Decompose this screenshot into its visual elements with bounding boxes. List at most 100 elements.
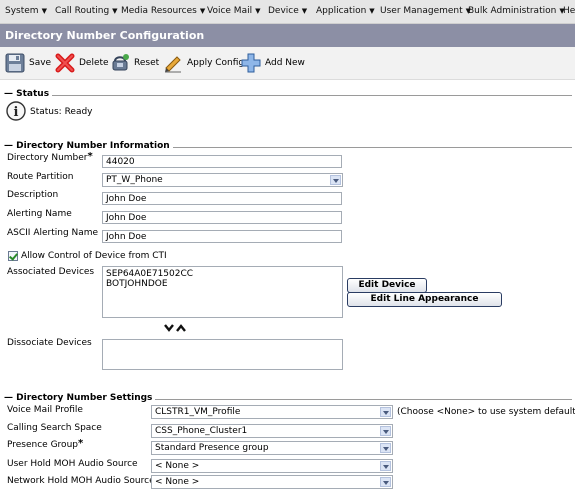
dn-info-heading-dash: — [4,141,17,151]
dissociate-devices-label: Dissociate Devices [7,338,92,348]
calling-search-space-label: Calling Search Space [7,423,102,433]
chevron-down-icon: ▼ [199,7,206,15]
add-plus-icon [241,53,261,73]
required-asterisk: * [78,438,84,449]
dissociate-devices-listbox[interactable] [102,339,343,370]
reset-button[interactable]: Reset [110,47,159,79]
dropdown-arrow-icon[interactable] [330,175,341,185]
reset-phone-icon [112,54,129,71]
toolbar: Save Delete Reset Apply Config Add New [0,47,575,80]
directory-number-field[interactable]: 44020 [102,155,342,168]
menu-label: Media Resources [121,6,197,16]
associated-devices-listbox[interactable]: SEP64A0E71502CC BOTJOHNDOE [102,266,343,318]
network-hold-moh-label: Network Hold MOH Audio Source [7,476,155,486]
dropdown-arrow-icon[interactable] [380,477,391,487]
dn-info-heading-text: Directory Number Information [16,141,170,151]
ascii-alerting-name-label: ASCII Alerting Name [7,228,99,238]
network-hold-moh-select[interactable]: < None > [151,475,393,489]
status-heading-text: Status [16,89,50,99]
status-heading: — Status [4,89,53,99]
route-partition-label: Route Partition [7,172,74,182]
chevron-down-icon: ▼ [41,7,47,15]
user-hold-moh-label: User Hold MOH Audio Source [7,459,138,469]
voice-mail-profile-value: CLSTR1_VM_Profile [155,407,241,417]
delete-x-icon [55,53,75,73]
chevron-down-icon: ▼ [301,7,308,15]
network-hold-moh-value: < None > [155,477,200,487]
delete-button[interactable]: Delete [55,47,109,79]
reset-label: Reset [134,58,160,68]
save-label: Save [29,58,52,68]
ascii-alerting-name-field[interactable]: John Doe [102,230,342,243]
allow-cti-checkbox[interactable] [8,251,18,261]
menu-label: Call Routing [55,6,110,16]
route-partition-select[interactable]: PT_W_Phone [102,173,343,187]
chevron-down-icon: ▼ [369,7,375,15]
status-text: Status: Ready [30,107,93,117]
edit-device-button[interactable]: Edit Device [347,278,427,293]
menu-application[interactable]: Application ▼ [316,6,375,16]
menu-label: System [5,6,39,16]
voice-mail-profile-label: Voice Mail Profile [7,405,83,415]
dn-settings-heading: — Directory Number Settings [4,393,156,403]
dropdown-arrow-icon[interactable] [380,407,391,417]
menu-call-routing[interactable]: Call Routing ▼ [55,6,118,16]
dn-settings-heading-text: Directory Number Settings [16,393,153,403]
menu-label: Device [268,6,299,16]
menu-user-management[interactable]: User Management ▼ [380,6,471,16]
status-heading-dash: — [4,89,17,99]
delete-label: Delete [79,58,109,68]
route-partition-value: PT_W_Phone [106,175,163,185]
info-icon: i [6,101,26,121]
directory-number-label-text: Directory Number [7,153,88,163]
dropdown-arrow-icon[interactable] [380,426,391,436]
save-button[interactable]: Save [5,47,51,79]
dn-settings-heading-dash: — [4,393,17,403]
apply-config-pencil-icon [165,56,181,73]
menu-device[interactable]: Device ▼ [268,6,307,16]
presence-group-label: Presence Group* [7,438,84,451]
presence-group-select[interactable]: Standard Presence group [151,441,393,455]
svg-text:i: i [14,105,19,120]
associated-devices-label: Associated Devices [7,267,95,277]
save-icon [5,53,25,73]
user-hold-moh-value: < None > [155,461,200,471]
user-hold-moh-select[interactable]: < None > [151,459,393,473]
add-new-label: Add New [265,58,305,68]
dropdown-arrow-icon[interactable] [380,461,391,471]
description-label: Description [7,190,59,200]
page-title-bar: Directory Number Configuration [0,24,575,47]
move-down-up-arrows-icon[interactable] [164,323,188,333]
presence-group-value: Standard Presence group [155,443,269,453]
dropdown-arrow-icon[interactable] [380,443,391,453]
description-field[interactable]: John Doe [102,192,342,205]
page-title: Directory Number Configuration [5,29,205,42]
alerting-name-field[interactable]: John Doe [102,211,342,224]
menu-label: Voice Mail [207,6,253,16]
presence-group-label-text: Presence Group [7,440,78,450]
menu-help[interactable]: Help [563,6,575,16]
directory-number-label: Directory Number* [7,151,93,164]
list-item[interactable]: SEP64A0E71502CC [106,269,339,279]
voice-mail-profile-select[interactable]: CLSTR1_VM_Profile [151,405,393,419]
calling-search-space-select[interactable]: CSS_Phone_Cluster1 [151,424,393,438]
menu-label: Application [316,6,367,16]
voice-mail-profile-hint: (Choose <None> to use system default) [397,407,575,417]
chevron-down-icon: ▼ [112,7,118,15]
menu-label: User Management [380,6,463,16]
menu-system[interactable]: System ▼ [5,6,47,16]
menu-label: Bulk Administration [468,6,557,16]
apply-config-label: Apply Config [187,58,245,68]
menu-bulk-administration[interactable]: Bulk Administration ▼ [468,6,565,16]
top-menu-bar: System ▼ Call Routing ▼ Media Resources ▼ V… [0,0,575,24]
allow-cti-label: Allow Control of Device from CTI [21,251,167,261]
chevron-down-icon: ▼ [255,7,261,15]
menu-label: Help [563,6,575,16]
menu-media-resources[interactable]: Media Resources ▼ [121,6,205,16]
add-new-button[interactable]: Add New [241,47,305,79]
list-item[interactable]: BOTJOHNDOE [106,279,339,289]
required-asterisk: * [87,151,93,162]
menu-voice-mail[interactable]: Voice Mail ▼ [207,6,260,16]
edit-line-appearance-button[interactable]: Edit Line Appearance [347,292,502,307]
apply-config-button[interactable]: Apply Config [163,47,244,79]
